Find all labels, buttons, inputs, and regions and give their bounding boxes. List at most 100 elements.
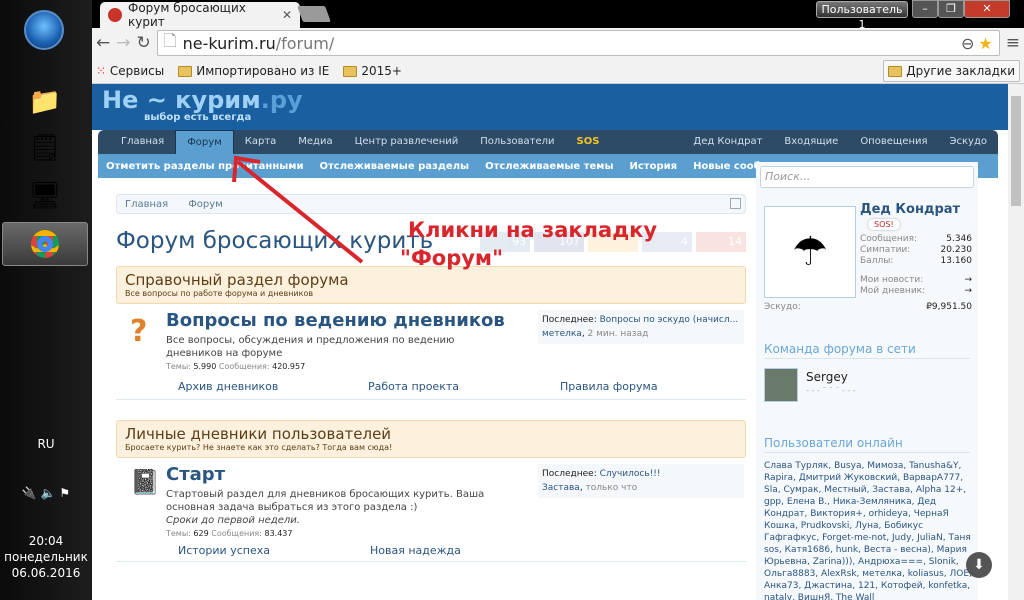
forum-row: ? Вопросы по ведению дневников Все вопро… xyxy=(116,304,746,400)
last-post: Последнее: Вопросы по эскудо (начисл... м… xyxy=(538,310,744,344)
new-tab-button[interactable] xyxy=(297,6,331,22)
main-nav: Главная Форум Карта Медиа Центр развлече… xyxy=(98,129,998,155)
breadcrumb-forum[interactable]: Форум xyxy=(188,199,223,210)
nav-alerts[interactable]: Оповещения xyxy=(849,130,938,154)
nav-media[interactable]: Медиа xyxy=(287,130,343,154)
close-tab-icon[interactable]: ✕ xyxy=(282,8,292,22)
forum-row: 📓 Старт Стартовый раздел для дневников б… xyxy=(116,458,746,562)
chrome-icon[interactable] xyxy=(2,222,88,266)
subforum-link[interactable]: Работа проекта xyxy=(368,380,560,393)
user-avatar[interactable]: ☂ xyxy=(764,206,856,298)
forum-title[interactable]: Старт xyxy=(166,464,225,485)
last-post-user[interactable]: метелка xyxy=(542,329,582,339)
annotation-text: Кликни на закладку "Форум" xyxy=(400,218,658,270)
folder-icon xyxy=(888,66,903,77)
last-post-link[interactable]: Вопросы по эскудо (начисл... xyxy=(600,315,739,325)
back-icon[interactable]: ← xyxy=(96,33,110,53)
nav-sos[interactable]: SOS xyxy=(566,130,611,154)
taskbar: 📁 🗒 🖥 RU 🔌 🔈 ⚑ 20:04 понедельник 06.06.2… xyxy=(0,0,92,600)
folder-icon xyxy=(343,65,358,77)
subnav-watched-threads[interactable]: Отслеживаемые темы xyxy=(477,161,621,172)
subnav-history[interactable]: История xyxy=(622,161,686,172)
apps-icon: ⁙ xyxy=(96,63,107,78)
computer-icon[interactable]: 🖥 xyxy=(2,174,88,218)
bookmark-imported[interactable]: Импортировано из IE xyxy=(178,64,329,78)
other-bookmarks[interactable]: Другие закладки xyxy=(883,60,1020,82)
notebook-icon: 📓 xyxy=(130,468,160,496)
nav-escudo[interactable]: Эскудо xyxy=(939,130,998,154)
scrollbar-thumb[interactable] xyxy=(1011,96,1021,206)
nav-home[interactable]: Главная xyxy=(110,130,175,154)
language-indicator[interactable]: RU xyxy=(0,437,92,451)
bookmark-2015[interactable]: 2015+ xyxy=(343,64,402,78)
nav-inbox[interactable]: Входящие xyxy=(773,130,849,154)
category-desc: Бросаете курить? Не знаете как это сдела… xyxy=(125,443,393,452)
start-button[interactable] xyxy=(24,10,64,50)
clock-time[interactable]: 20:04 xyxy=(0,534,92,548)
question-icon: ? xyxy=(130,314,148,349)
subnav-watched-forums[interactable]: Отслеживаемые разделы xyxy=(311,161,477,172)
nav-entertainment[interactable]: Центр развлечений xyxy=(344,130,470,154)
url-path: /forum/ xyxy=(275,33,335,53)
profile-button[interactable]: Пользователь 1 xyxy=(816,1,908,31)
nav-profile[interactable]: Дед Кондрат xyxy=(682,130,773,154)
forum-desc: Стартовый раздел для дневников бросающих… xyxy=(166,489,485,513)
nav-users[interactable]: Пользователи xyxy=(469,130,565,154)
online-users-list[interactable]: Слава Турляк, Busya, Мимоза, Tanusha&Y, … xyxy=(764,460,974,600)
category-header: Личные дневники пользователей Бросаете к… xyxy=(116,420,746,458)
nav-forum[interactable]: Форум xyxy=(175,129,234,155)
forum-title[interactable]: Вопросы по ведению дневников xyxy=(166,310,505,331)
forward-icon[interactable]: → xyxy=(116,33,130,53)
forum-stats: Темы: 5.990 Сообщения: 420.957 xyxy=(166,362,306,371)
share-google-button[interactable]: 14 xyxy=(696,232,746,252)
scrollbar[interactable] xyxy=(1008,84,1024,600)
menu-icon[interactable]: ≡ xyxy=(1006,33,1020,53)
address-bar[interactable]: 🗋 ne-kurim.ru/forum/ ⊖ ★ xyxy=(156,30,1000,56)
user-stats: Сообщения: 5.346 Симпатии: 20.230 Баллы: 13… xyxy=(860,234,972,297)
team-member-name[interactable]: Sergey xyxy=(806,370,848,384)
breadcrumb-home[interactable]: Главная xyxy=(125,199,168,210)
browser-window: Форум бросающих курит ✕ Пользователь 1 – … xyxy=(92,0,1024,600)
forum-note: Сроки до первой недели. xyxy=(166,515,300,526)
sidebar: Поиск... ☂ Дед Кондрат SOS! Сообщения: 5.… xyxy=(756,162,978,600)
bookmark-apps[interactable]: ⁙ Сервисы xyxy=(96,64,164,78)
subforum-link[interactable]: Новая надежда xyxy=(370,544,461,557)
my-diary-link[interactable]: Мой дневник: → xyxy=(860,286,972,297)
browser-tab[interactable]: Форум бросающих курит ✕ xyxy=(100,1,300,29)
search-input[interactable]: Поиск... xyxy=(760,166,974,188)
category-title[interactable]: Личные дневники пользователей xyxy=(125,425,737,443)
team-online-title: Команда форума в сети xyxy=(764,342,970,359)
popup-icon[interactable] xyxy=(730,198,741,209)
web-page: Не ~ курим.ру выбор есть всегда Главная … xyxy=(92,84,1008,600)
escudo-balance: Эскудо: ₽9,951.50 xyxy=(764,302,972,312)
subnav-mark-read[interactable]: Отметить разделы прочитанными xyxy=(98,161,311,172)
subforum-link[interactable]: Истории успеха xyxy=(178,544,370,557)
site-logo[interactable]: Не ~ курим.ру xyxy=(102,86,303,114)
clock-date: 06.06.2016 xyxy=(11,566,81,580)
bookmark-star-icon[interactable]: ★ xyxy=(978,34,992,53)
subforum-link[interactable]: Архив дневников xyxy=(178,380,368,393)
category-desc: Все вопросы по работе форума и дневников xyxy=(125,289,314,298)
url-host: ne-kurim.ru xyxy=(182,33,276,53)
last-post-user[interactable]: Застава xyxy=(542,483,580,493)
scroll-down-button[interactable]: ⬇ xyxy=(966,552,992,578)
notes-icon[interactable]: 🗒 xyxy=(2,126,88,170)
close-window-button[interactable]: ✕ xyxy=(964,0,1010,18)
explorer-icon[interactable]: 📁 xyxy=(2,80,88,124)
online-users-title: Пользователи онлайн xyxy=(764,436,970,453)
nav-map[interactable]: Карта xyxy=(234,130,288,154)
subforum-link[interactable]: Правила форума xyxy=(560,380,658,393)
user-badge: SOS! xyxy=(868,219,900,230)
maximize-button[interactable]: ❐ xyxy=(938,0,964,18)
forum-desc: Все вопросы, обсуждения и предложения по… xyxy=(166,335,455,359)
forum-stats: Темы: 629 Сообщения: 83.437 xyxy=(166,529,293,538)
zoom-icon[interactable]: ⊖ xyxy=(961,34,974,53)
tray-icons[interactable]: 🔌 🔈 ⚑ xyxy=(0,486,92,500)
last-post-link[interactable]: Случилось!!! xyxy=(600,469,661,479)
category-title[interactable]: Справочный раздел форума xyxy=(125,271,737,289)
my-news-link[interactable]: Мои новости: → xyxy=(860,275,972,286)
team-member-avatar[interactable] xyxy=(764,368,798,402)
minimize-button[interactable]: – xyxy=(912,0,938,18)
user-name[interactable]: Дед Кондрат xyxy=(860,202,960,217)
reload-icon[interactable]: ↻ xyxy=(137,33,151,53)
